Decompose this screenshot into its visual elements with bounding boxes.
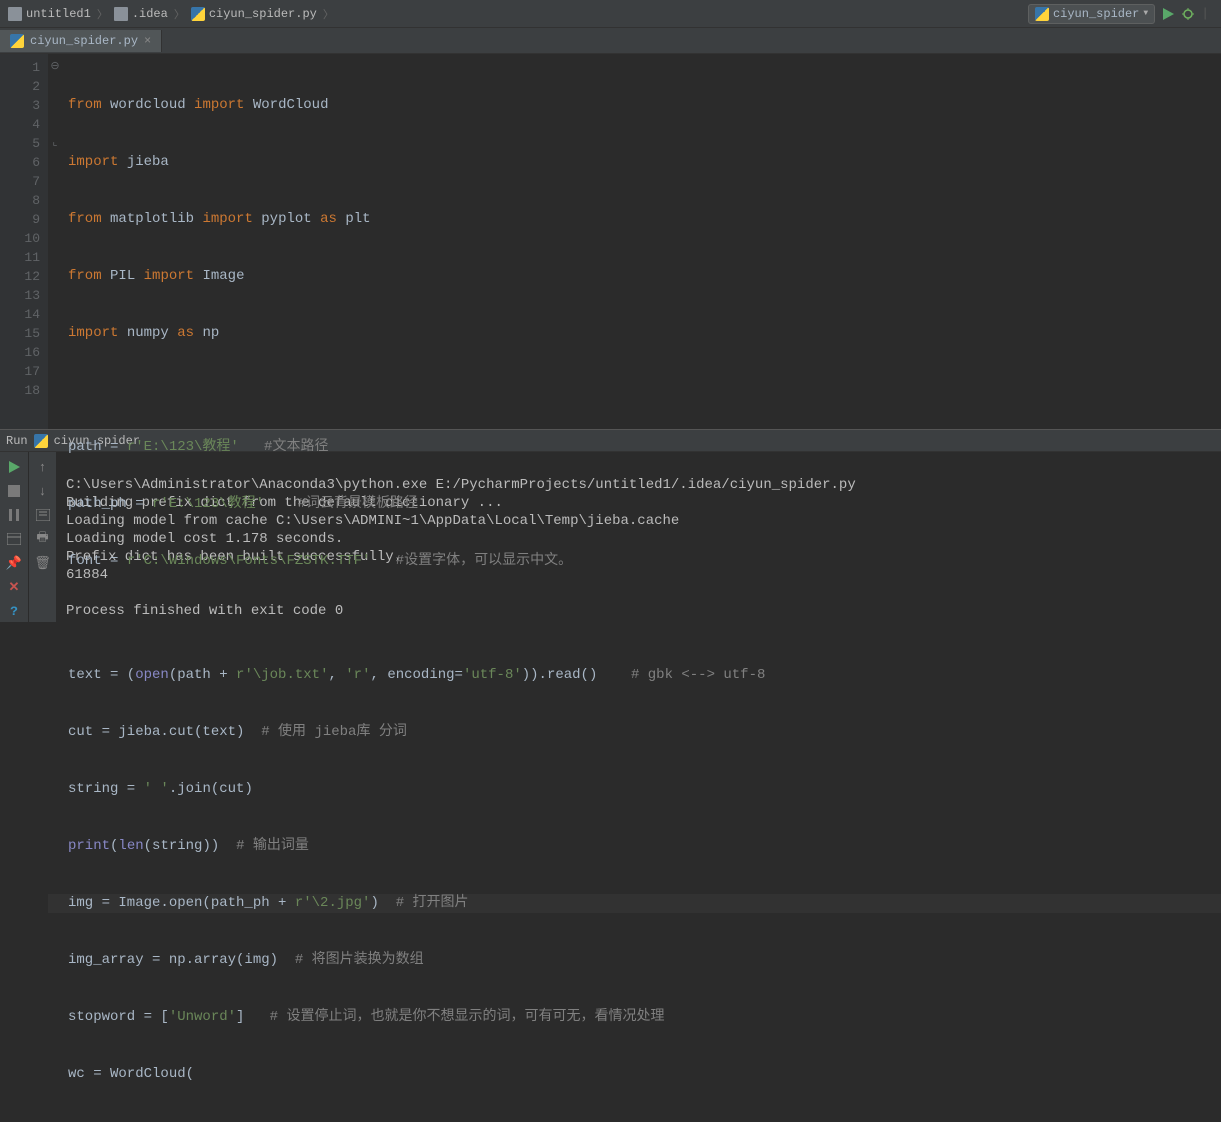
- python-file-icon: [191, 7, 205, 21]
- line-number: 13: [4, 286, 40, 305]
- run-toolbar-left: 📌 ✕ ?: [0, 452, 28, 622]
- line-number: 4: [4, 115, 40, 134]
- line-number-gutter: 1 2 3 4 5 6 7 8 9 10 11 12 13 14 15 16 1…: [0, 54, 48, 429]
- code-area[interactable]: ⊖from wordcloud import WordCloud import …: [48, 54, 1221, 429]
- editor-tab[interactable]: ciyun_spider.py ×: [0, 30, 162, 52]
- breadcrumb-file[interactable]: ciyun_spider.py: [187, 5, 321, 23]
- chevron-right-icon: 〉: [323, 6, 334, 22]
- pause-button[interactable]: [5, 506, 23, 524]
- code-line: wc = WordCloud(: [48, 1065, 1221, 1084]
- breadcrumb-project[interactable]: untitled1: [4, 5, 95, 23]
- line-number: 18: [4, 381, 40, 400]
- line-number: 2: [4, 77, 40, 96]
- debug-button[interactable]: [1181, 7, 1195, 21]
- code-line: font = r'C:\Windows\Fonts\FZSTK.TTF' #设置…: [48, 552, 1221, 571]
- code-line: [48, 381, 1221, 400]
- breadcrumb-label: ciyun_spider.py: [209, 7, 317, 21]
- chevron-down-icon: ▼: [1143, 9, 1148, 18]
- line-number: 12: [4, 267, 40, 286]
- run-configuration-dropdown[interactable]: ciyun_spider ▼: [1028, 4, 1155, 24]
- code-line: cut = jieba.cut(text) # 使用 jieba库 分词: [48, 723, 1221, 742]
- line-number: 10: [4, 229, 40, 248]
- help-button[interactable]: ?: [5, 602, 23, 620]
- fold-marker-icon[interactable]: ⌞: [48, 134, 62, 153]
- line-number: 7: [4, 172, 40, 191]
- run-button[interactable]: [1161, 7, 1175, 21]
- close-icon[interactable]: ×: [144, 34, 151, 48]
- line-number: 6: [4, 153, 40, 172]
- breadcrumb-label: .idea: [132, 7, 168, 21]
- code-line: import jieba: [48, 153, 1221, 172]
- folder-icon: [8, 7, 22, 21]
- code-line: from matplotlib import pyplot as plt: [48, 210, 1221, 229]
- line-number: 15: [4, 324, 40, 343]
- python-file-icon: [34, 434, 48, 448]
- navigation-bar: untitled1 〉 .idea 〉 ciyun_spider.py 〉 ci…: [0, 0, 1221, 28]
- line-number: 5: [4, 134, 40, 153]
- code-line: text = (open(path + r'\job.txt', 'r', en…: [48, 666, 1221, 685]
- pin-button[interactable]: 📌: [5, 554, 23, 572]
- line-number: 8: [4, 191, 40, 210]
- line-number: 9: [4, 210, 40, 229]
- code-line: print(len(string)) # 输出词量: [48, 837, 1221, 856]
- code-line: path_ph = r'E:\123\教程' #词云背景模板路径: [48, 495, 1221, 514]
- close-panel-button[interactable]: ✕: [5, 578, 23, 596]
- line-number: 17: [4, 362, 40, 381]
- line-number: 16: [4, 343, 40, 362]
- stop-button[interactable]: [5, 482, 23, 500]
- code-line: path = r'E:\123\教程' #文本路径: [48, 438, 1221, 457]
- breadcrumb-folder[interactable]: .idea: [110, 5, 172, 23]
- editor-tabs: ciyun_spider.py ×: [0, 28, 1221, 54]
- fold-marker-icon[interactable]: ⊖: [48, 58, 62, 77]
- code-line: ⌞import numpy as np: [48, 324, 1221, 343]
- code-line-current: img = Image.open(path_ph + r'\2.jpg') # …: [48, 894, 1221, 913]
- chevron-right-icon: 〉: [174, 6, 185, 22]
- rerun-button[interactable]: [5, 458, 23, 476]
- python-file-icon: [10, 34, 24, 48]
- run-config-name: ciyun_spider: [1053, 7, 1139, 21]
- layout-button[interactable]: [5, 530, 23, 548]
- breadcrumb-label: untitled1: [26, 7, 91, 21]
- toolbar-right: ciyun_spider ▼ |: [1028, 4, 1217, 24]
- line-number: 3: [4, 96, 40, 115]
- toolbar-separator: |: [1201, 6, 1209, 21]
- line-number: 11: [4, 248, 40, 267]
- folder-icon: [114, 7, 128, 21]
- code-line: img_array = np.array(img) # 将图片装换为数组: [48, 951, 1221, 970]
- python-file-icon: [1035, 7, 1049, 21]
- code-line: stopword = ['Unword'] # 设置停止词，也就是你不想显示的词…: [48, 1008, 1221, 1027]
- tab-label: ciyun_spider.py: [30, 34, 138, 48]
- run-panel-title: Run: [6, 434, 28, 448]
- line-number: 1: [4, 58, 40, 77]
- breadcrumbs: untitled1 〉 .idea 〉 ciyun_spider.py 〉: [4, 5, 1028, 23]
- code-line: [48, 609, 1221, 628]
- line-number: 14: [4, 305, 40, 324]
- code-line: ⊖from wordcloud import WordCloud: [48, 96, 1221, 115]
- chevron-right-icon: 〉: [97, 6, 108, 22]
- code-line: string = ' '.join(cut): [48, 780, 1221, 799]
- code-line: from PIL import Image: [48, 267, 1221, 286]
- code-editor[interactable]: 1 2 3 4 5 6 7 8 9 10 11 12 13 14 15 16 1…: [0, 54, 1221, 429]
